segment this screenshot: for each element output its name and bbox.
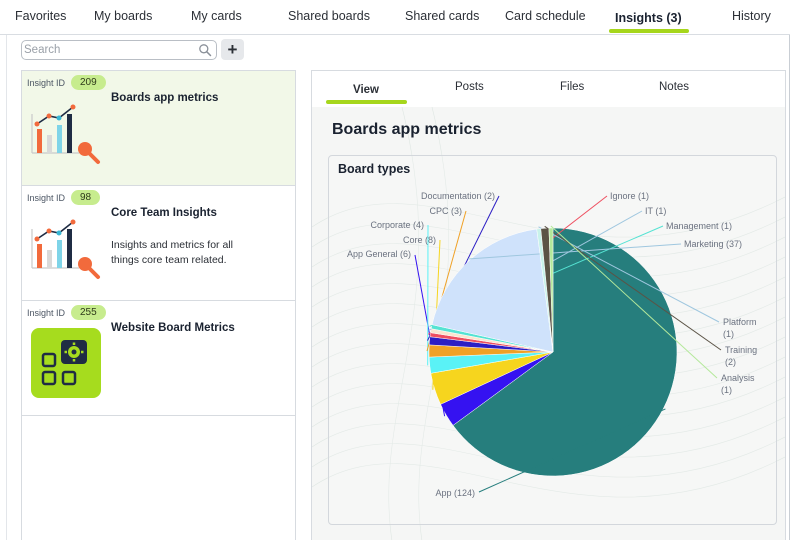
pie-label: IT (1) <box>645 206 666 216</box>
pie-label: Core (8) <box>403 235 436 245</box>
insight-id-label: Insight ID <box>27 308 66 318</box>
tab-my-boards[interactable]: My boards <box>94 9 152 23</box>
pie-label: CPC (3) <box>429 206 462 216</box>
add-insight-button[interactable]: + <box>221 39 244 60</box>
insight-title: Website Board Metrics <box>111 322 235 334</box>
insight-id-badge: 209 <box>71 75 106 90</box>
chart-magnifier-icon <box>31 219 100 279</box>
pie-label: Training (2) <box>725 345 757 367</box>
tab-posts[interactable]: Posts <box>455 81 484 93</box>
insight-list: Insight ID 209 Boards app metrics Insigh… <box>21 70 296 540</box>
pie-label: Corporate (4) <box>370 220 424 230</box>
active-tab-indicator <box>609 29 689 33</box>
pie-label: Analysis (1) <box>721 373 755 395</box>
active-subtab-indicator <box>326 100 407 104</box>
pie-chart[interactable]: App (124) App General (6) Core (8) Corporat… <box>329 156 778 526</box>
top-navigation: Favorites My boards My cards Shared boar… <box>0 0 790 35</box>
window-border <box>6 35 7 540</box>
chart-magnifier-icon <box>31 104 100 164</box>
tab-card-schedule[interactable]: Card schedule <box>505 9 586 23</box>
board-gear-icon <box>31 328 101 398</box>
tab-favorites[interactable]: Favorites <box>15 9 66 23</box>
tab-shared-cards[interactable]: Shared cards <box>405 9 479 23</box>
insight-detail-panel: View Posts Files Notes Boards app metric… <box>311 70 786 540</box>
pie-label: App General (6) <box>347 249 411 259</box>
tab-files[interactable]: Files <box>560 81 584 93</box>
insight-heading: Boards app metrics <box>332 121 482 138</box>
pie-label: Management (1) <box>666 221 732 231</box>
pie-label: Marketing (37) <box>684 239 742 249</box>
detail-tabs: View Posts Files Notes <box>312 71 785 107</box>
insight-id-badge: 255 <box>71 305 106 320</box>
insight-id-label: Insight ID <box>27 193 66 203</box>
tab-history[interactable]: History <box>732 9 771 23</box>
insight-title: Core Team Insights <box>111 207 217 219</box>
window-border <box>789 35 790 540</box>
pie-label: Ignore (1) <box>610 191 649 201</box>
pie-label: Platform (1) <box>723 317 757 339</box>
insight-card[interactable]: Insight ID 98 Core Team Insights Insight… <box>22 186 295 301</box>
insight-id-badge: 98 <box>71 190 101 205</box>
insight-title: Boards app metrics <box>111 92 219 104</box>
chart-widget: Board types App (124) App General (6) Core… <box>328 155 777 525</box>
tab-view[interactable]: View <box>353 84 379 96</box>
search-icon[interactable] <box>198 43 212 57</box>
tab-insights[interactable]: Insights (3) <box>615 11 682 25</box>
insight-description: Insights and metrics for all things core… <box>111 239 233 266</box>
insight-card[interactable]: Insight ID 255 Website Board Metrics <box>22 301 295 416</box>
pie-label: App (124) <box>435 488 475 498</box>
search-box <box>21 40 217 60</box>
tab-notes[interactable]: Notes <box>659 81 689 93</box>
tab-shared-boards[interactable]: Shared boards <box>288 9 370 23</box>
tab-my-cards[interactable]: My cards <box>191 9 242 23</box>
insight-id-label: Insight ID <box>27 78 66 88</box>
insight-view: Boards app metrics Board types App (124)… <box>312 107 785 540</box>
insight-card[interactable]: Insight ID 209 Boards app metrics <box>22 71 295 186</box>
pie-label: Documentation (2) <box>421 191 495 201</box>
search-input[interactable] <box>24 42 194 58</box>
